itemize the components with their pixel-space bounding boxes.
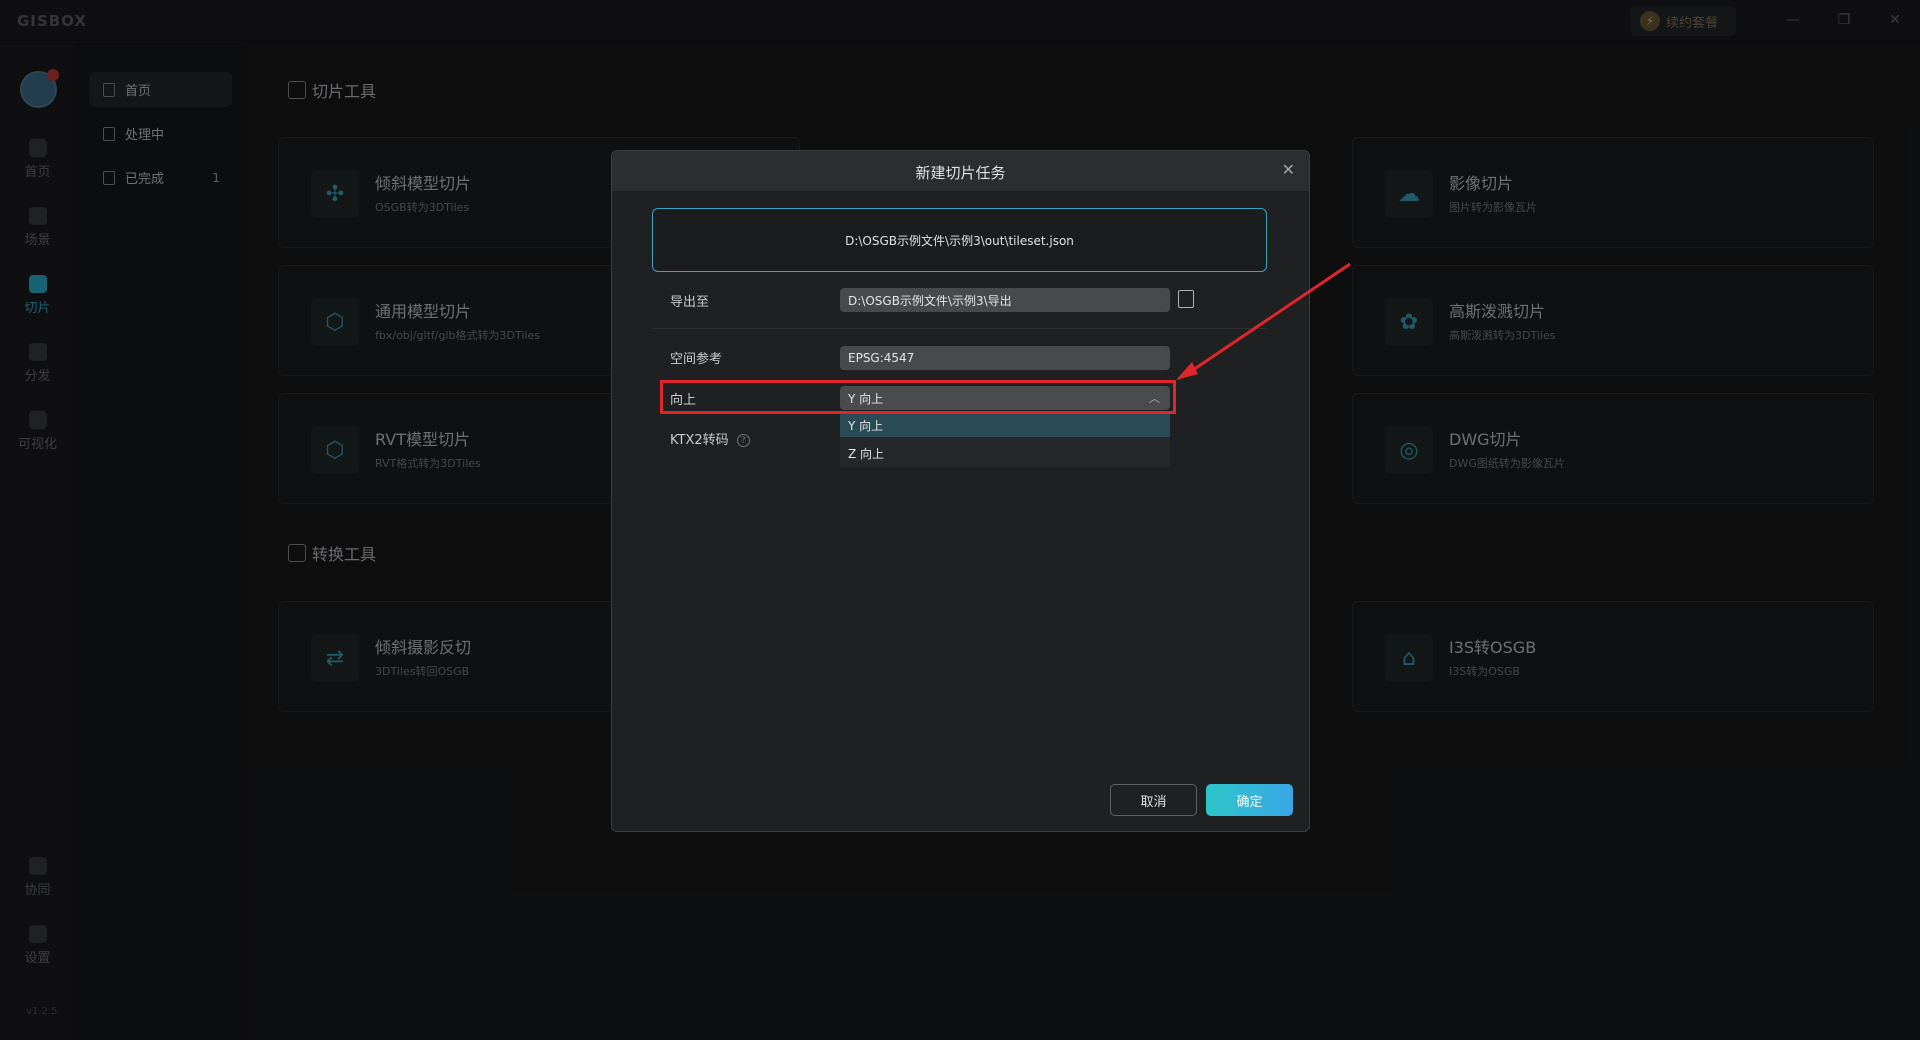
option-y-up[interactable]: Y 向上	[840, 413, 1170, 437]
source-path-box[interactable]: D:\OSGB示例文件\示例3\out\tileset.json	[652, 208, 1267, 272]
new-slice-task-dialog: 新建切片任务 ✕ D:\OSGB示例文件\示例3\out\tileset.jso…	[611, 150, 1310, 832]
option-z-up[interactable]: Z 向上	[840, 441, 1170, 465]
close-icon[interactable]: ✕	[1282, 160, 1295, 179]
help-icon[interactable]: ?	[736, 434, 750, 447]
export-label: 导出至	[670, 295, 710, 310]
srs-label: 空间参考	[670, 352, 723, 367]
dialog-title: 新建切片任务	[915, 164, 1006, 182]
confirm-button[interactable]: 确定	[1206, 784, 1293, 816]
srs-input[interactable]: EPSG:4547	[840, 346, 1170, 370]
cancel-button[interactable]: 取消	[1110, 784, 1197, 816]
ktx2-label: KTX2转码 ?	[670, 429, 750, 448]
up-axis-dropdown: Y 向上 Z 向上	[840, 413, 1170, 467]
folder-icon[interactable]	[1178, 290, 1194, 308]
dialog-header: 新建切片任务 ✕	[612, 151, 1309, 191]
highlight-box	[660, 380, 1176, 414]
divider	[652, 328, 1267, 329]
ktx2-label-text: KTX2转码	[670, 433, 729, 448]
export-path-input[interactable]: D:\OSGB示例文件\示例3\导出	[840, 288, 1170, 312]
